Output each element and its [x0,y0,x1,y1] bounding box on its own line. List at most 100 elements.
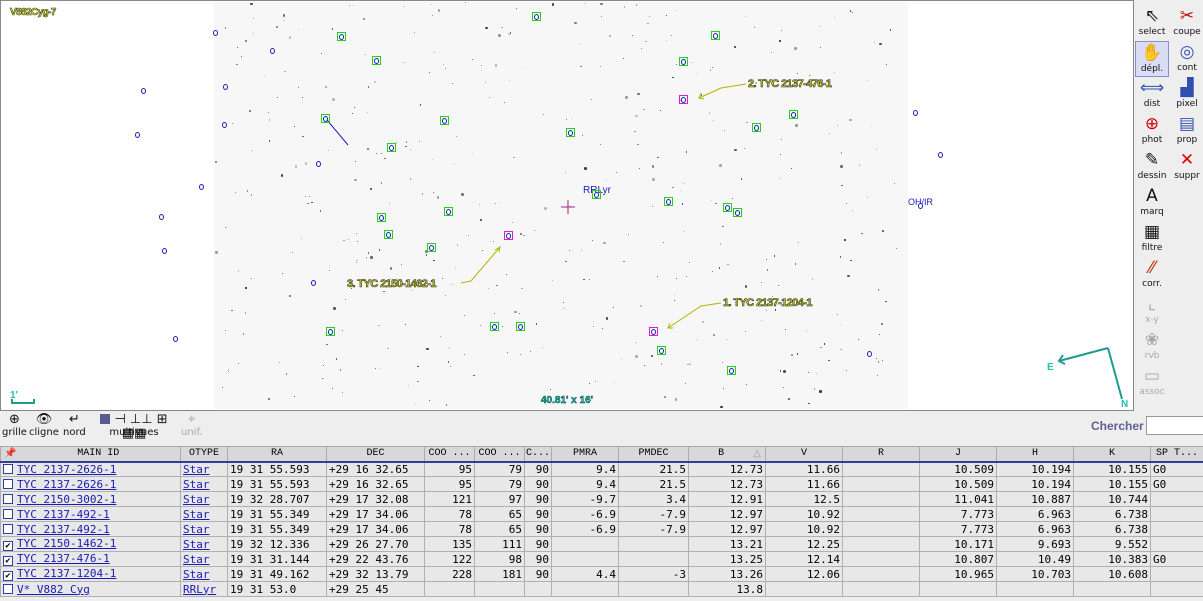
catalog-marker[interactable] [321,114,330,123]
column-header[interactable]: PMDEC [618,446,689,463]
filtre-tool[interactable]: ▦ filtre [1135,221,1169,257]
otype-link[interactable]: Star [183,463,210,476]
simbad-source[interactable] [173,336,178,342]
coupe-tool[interactable]: ✂ coupe [1170,5,1203,41]
otype-link[interactable]: Star [183,553,210,566]
suppr-tool[interactable]: ✕ suppr [1170,149,1203,185]
prop-tool[interactable]: ▤ prop [1170,113,1203,149]
rvb-tool[interactable]: ❀ rvb [1135,329,1169,365]
simbad-source[interactable] [316,161,321,167]
catalog-marker[interactable] [657,346,666,355]
unif-button[interactable]: ⌖ unif. [181,413,202,439]
catalog-marker[interactable] [789,110,798,119]
catalog-marker[interactable] [444,207,453,216]
catalog-marker[interactable] [377,213,386,222]
catalog-marker[interactable] [592,190,601,199]
column-header[interactable]: H [996,446,1074,463]
column-header[interactable]: COO ... [424,446,475,463]
catalog-marker[interactable] [326,327,335,336]
catalog-marker[interactable] [752,123,761,132]
column-header[interactable]: PMRA [551,446,619,463]
row-checkbox[interactable]: ✔ [3,556,13,566]
simbad-source[interactable] [913,110,918,116]
simbad-source[interactable] [159,214,164,220]
table-row[interactable]: ✔ TYC 2137-476-1 Star 19 31 31.144 +29 22 43… [0,551,1203,567]
otype-link[interactable]: Star [183,508,210,521]
column-header[interactable]: B △ [688,446,766,463]
simbad-source[interactable] [867,351,872,357]
column-header[interactable]: 📌 MAIN ID [0,446,181,463]
main-id-link[interactable]: TYC 2150-1462-1 [17,538,116,551]
table-row[interactable]: TYC 2137-492-1 Star 19 31 55.349 +29 17 34.… [0,521,1203,537]
simbad-source[interactable] [162,248,167,254]
catalog-marker[interactable] [384,230,393,239]
search-input[interactable] [1146,416,1203,435]
catalog-marker[interactable] [516,322,525,331]
selected-marker[interactable] [504,231,513,240]
corr-tool[interactable]: ⁄⁄ corr. [1135,257,1169,293]
row-checkbox[interactable]: ✔ [3,571,13,581]
main-id-link[interactable]: TYC 2137-2626-1 [17,463,116,476]
simbad-source[interactable] [918,203,923,209]
simbad-source[interactable] [223,84,228,90]
table-row[interactable]: ✔ TYC 2150-1462-1 Star 19 32 12.336 +29 26 2… [0,536,1203,552]
selected-marker[interactable] [649,327,658,336]
catalog-marker[interactable] [566,128,575,137]
main-id-link[interactable]: TYC 2137-476-1 [17,553,110,566]
row-checkbox[interactable]: ✔ [3,541,13,551]
otype-link[interactable]: Star [183,478,210,491]
column-header[interactable]: COO ... [474,446,525,463]
assoc-tool[interactable]: ▭ assoc [1135,365,1169,401]
catalog-marker[interactable] [372,56,381,65]
column-header[interactable]: RA [227,446,327,463]
table-row[interactable]: TYC 2137-492-1 Star 19 31 55.349 +29 17 34.… [0,506,1203,522]
cligne-button[interactable]: 👁 cligne [29,413,59,439]
catalog-marker[interactable] [387,143,396,152]
main-id-link[interactable]: TYC 2137-492-1 [17,523,110,536]
catalog-marker[interactable] [440,116,449,125]
simbad-source[interactable] [222,122,227,128]
row-checkbox[interactable] [3,508,13,519]
simbad-source[interactable] [213,30,218,36]
catalog-marker[interactable] [733,208,742,217]
catalog-marker[interactable] [723,203,732,212]
catalog-marker[interactable] [711,31,720,40]
nord-button[interactable]: ↵ nord [63,413,86,439]
row-checkbox[interactable] [3,463,13,474]
selected-marker[interactable] [679,95,688,104]
simbad-source[interactable] [270,48,275,54]
main-id-link[interactable]: TYC 2150-3002-1 [17,493,116,506]
simbad-source[interactable] [135,132,140,138]
otype-link[interactable]: RRLyr [183,583,216,596]
table-row[interactable]: TYC 2137-2626-1 Star 19 31 55.593 +29 16 32… [0,461,1203,477]
catalog-marker[interactable] [337,32,346,41]
marq-tool[interactable]: Amarq [1135,185,1169,221]
multivues-button[interactable]: ⊣ ⊥⊥ ⊞ ▦▦ multivues [92,413,176,441]
column-header[interactable]: J [919,446,997,463]
column-header[interactable]: V [765,446,843,463]
dépl-tool[interactable]: ✋ dépl. [1135,41,1169,77]
dist-tool[interactable]: ⟺ dist [1135,77,1169,113]
phot-tool[interactable]: ⊕ phot [1135,113,1169,149]
main-id-link[interactable]: TYC 2137-492-1 [17,508,110,521]
simbad-source[interactable] [311,280,316,286]
simbad-source[interactable] [938,152,943,158]
catalog-marker[interactable] [727,366,736,375]
catalog-marker[interactable] [490,322,499,331]
row-checkbox[interactable] [3,523,13,534]
column-header[interactable]: K [1073,446,1151,463]
pixel-tool[interactable]: ▟ pixel [1170,77,1203,113]
catalog-marker[interactable] [664,197,673,206]
grille-button[interactable]: ⊕ grille [2,413,27,439]
column-header[interactable]: C... [524,446,552,463]
catalog-marker[interactable] [679,57,688,66]
select-tool[interactable]: ⇖ select [1135,5,1169,41]
sky-view[interactable]: V882Cyg-7 RRLyr OH/IR 1. TYC 2137-1204-1… [0,0,1134,411]
catalog-marker[interactable] [427,243,436,252]
otype-link[interactable]: Star [183,538,210,551]
simbad-source[interactable] [199,184,204,190]
column-header[interactable]: R [842,446,920,463]
main-id-link[interactable]: TYC 2137-1204-1 [17,568,116,581]
table-row[interactable]: ✔ TYC 2137-1204-1 Star 19 31 49.162 +29 32 1… [0,566,1203,582]
cont-tool[interactable]: ◎ cont [1170,41,1203,77]
